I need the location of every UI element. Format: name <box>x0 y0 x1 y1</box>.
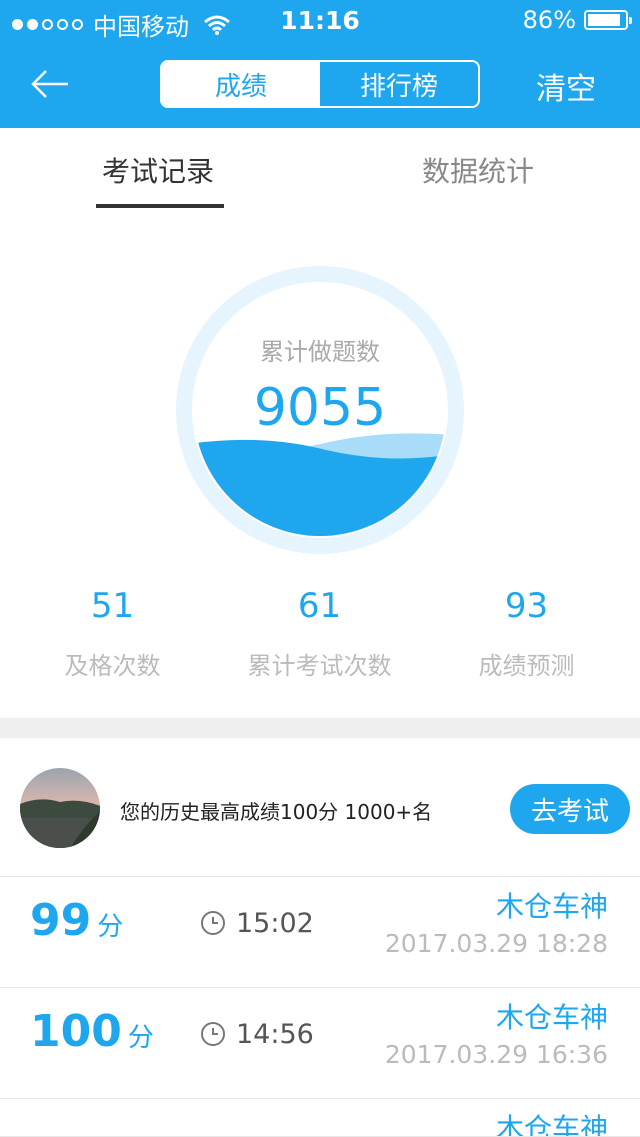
record-duration: 14:56 <box>236 1019 314 1050</box>
record-row[interactable]: 100 分 14:56 木仓车神 2017.03.29 16:36 <box>0 988 640 1099</box>
battery-icon <box>584 10 632 30</box>
tab-data-stats[interactable]: 数据统计 <box>422 150 534 190</box>
back-arrow-icon[interactable] <box>28 62 72 106</box>
header: 中国移动 11:16 86% 成绩 排行榜 清空 <box>0 0 640 128</box>
record-date: 2017.03.29 16:36 <box>384 1040 608 1069</box>
nav-bar: 成绩 排行榜 清空 <box>0 40 640 128</box>
active-tab-indicator <box>96 204 224 208</box>
sub-tabs: 考试记录 数据统计 <box>0 128 640 211</box>
stat-exams: 61 累计考试次数 <box>213 586 426 681</box>
status-bar: 中国移动 11:16 86% <box>0 0 640 41</box>
clear-button[interactable]: 清空 <box>536 64 596 108</box>
stat-pass: 51 及格次数 <box>6 586 219 681</box>
tab-scores[interactable]: 成绩 <box>162 62 320 106</box>
best-score-row: 您的历史最高成绩100分 1000+名 去考试 <box>0 738 640 877</box>
stats-panel: 累计做题数 9055 51 及格次数 61 累计考试次数 93 成绩预测 <box>0 210 640 718</box>
go-exam-button[interactable]: 去考试 <box>510 784 630 834</box>
score-unit: 分 <box>97 912 124 942</box>
tab-exam-records[interactable]: 考试记录 <box>102 150 214 190</box>
stat-predict: 93 成绩预测 <box>420 586 633 681</box>
record-duration: 15:02 <box>236 908 314 939</box>
segmented-control: 成绩 排行榜 <box>160 60 480 108</box>
best-score-text: 您的历史最高成绩100分 1000+名 <box>120 800 433 824</box>
exam-count: 61 <box>297 586 342 626</box>
battery-group: 86% <box>522 6 632 34</box>
record-date: 2017.03.29 18:28 <box>384 929 608 958</box>
clock-icon <box>201 911 225 935</box>
battery-percent: 86% <box>522 6 576 34</box>
predict-value: 93 <box>504 586 549 626</box>
total-questions-label: 累计做题数 <box>260 338 380 366</box>
record-row[interactable]: 99 分 15:02 木仓车神 2017.03.29 18:28 <box>0 877 640 988</box>
record-name: 木仓车神 <box>495 890 608 923</box>
record-row[interactable]: 木仓车神 <box>0 1099 640 1137</box>
clock-icon <box>201 1022 225 1046</box>
record-score: 100 分 <box>30 1006 154 1057</box>
pass-label: 及格次数 <box>64 652 161 680</box>
tab-ranking[interactable]: 排行榜 <box>320 62 478 106</box>
pass-count: 51 <box>90 586 135 626</box>
exam-label: 累计考试次数 <box>247 652 392 680</box>
score-number: 100 <box>30 1006 122 1057</box>
record-name: 木仓车神 <box>495 1001 608 1034</box>
avatar[interactable] <box>20 768 100 848</box>
score-unit: 分 <box>127 1023 154 1053</box>
predict-label: 成绩预测 <box>478 652 575 680</box>
record-name: 木仓车神 <box>495 1112 608 1137</box>
total-questions-value: 9055 <box>253 378 387 438</box>
record-score: 99 分 <box>30 895 123 946</box>
score-number: 99 <box>30 895 92 946</box>
